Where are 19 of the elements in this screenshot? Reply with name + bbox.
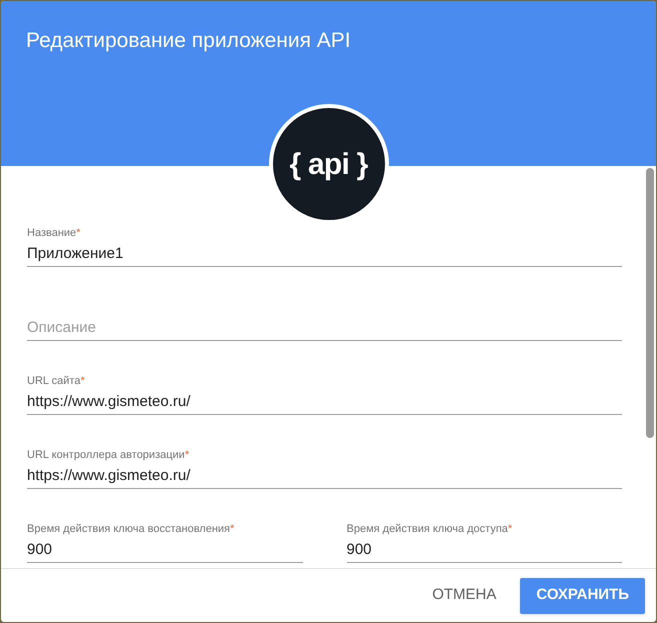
scrollbar[interactable] — [646, 168, 654, 438]
text-field[interactable]: 900 — [27, 540, 302, 563]
text-field[interactable]: Описание — [27, 318, 622, 341]
field-label: Время действия ключа восстановления* — [27, 522, 234, 536]
field-label: URL сайта* — [27, 374, 85, 388]
required-mark: * — [80, 375, 85, 387]
field-label: Название* — [27, 226, 80, 240]
cancel-button[interactable]: ОТМЕНА — [416, 578, 512, 614]
text-field[interactable]: https://www.gismeteo.ru/ — [27, 392, 622, 415]
field-label: URL контроллера авторизации* — [27, 448, 190, 462]
text-field[interactable]: 900 — [346, 540, 622, 563]
dialog-title: Редактирование приложения API — [26, 28, 352, 54]
text-field[interactable]: Приложение1 — [27, 244, 622, 267]
required-mark: * — [76, 227, 80, 239]
required-mark: * — [230, 523, 234, 535]
required-mark: * — [184, 449, 190, 461]
text-field[interactable]: https://www.gismeteo.ru/ — [27, 466, 622, 489]
field-label: Время действия ключа доступа* — [346, 522, 512, 536]
required-mark: * — [508, 523, 512, 535]
